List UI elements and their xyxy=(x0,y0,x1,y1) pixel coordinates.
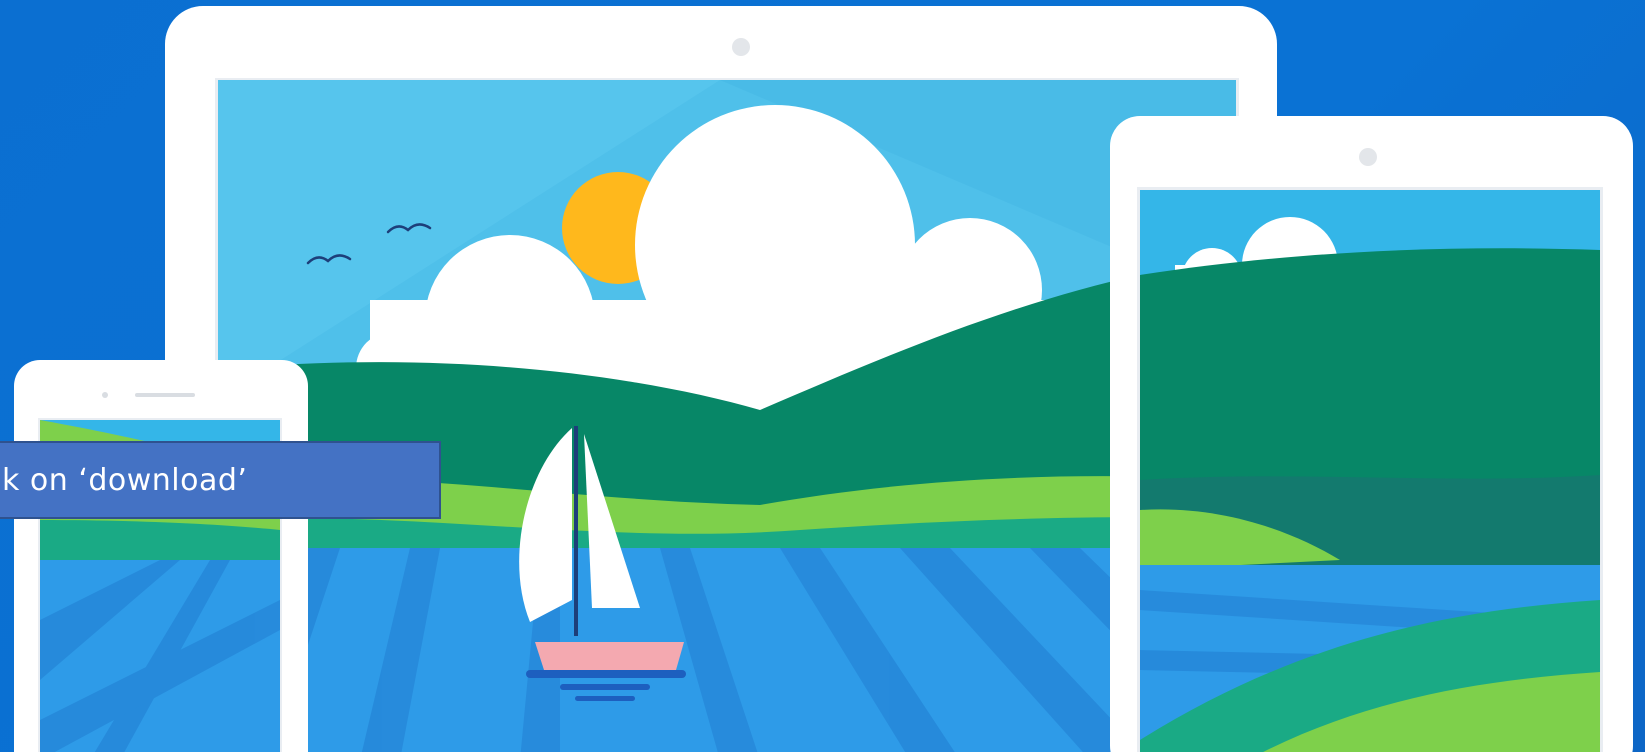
callout-text: k on ‘download’ xyxy=(2,462,248,498)
instruction-callout: k on ‘download’ xyxy=(0,441,441,519)
devices-scene xyxy=(14,6,1633,752)
hero-illustration: k on ‘download’ xyxy=(0,0,1645,752)
tablet-device-icon xyxy=(1110,116,1633,752)
phone-device-icon xyxy=(14,360,308,752)
